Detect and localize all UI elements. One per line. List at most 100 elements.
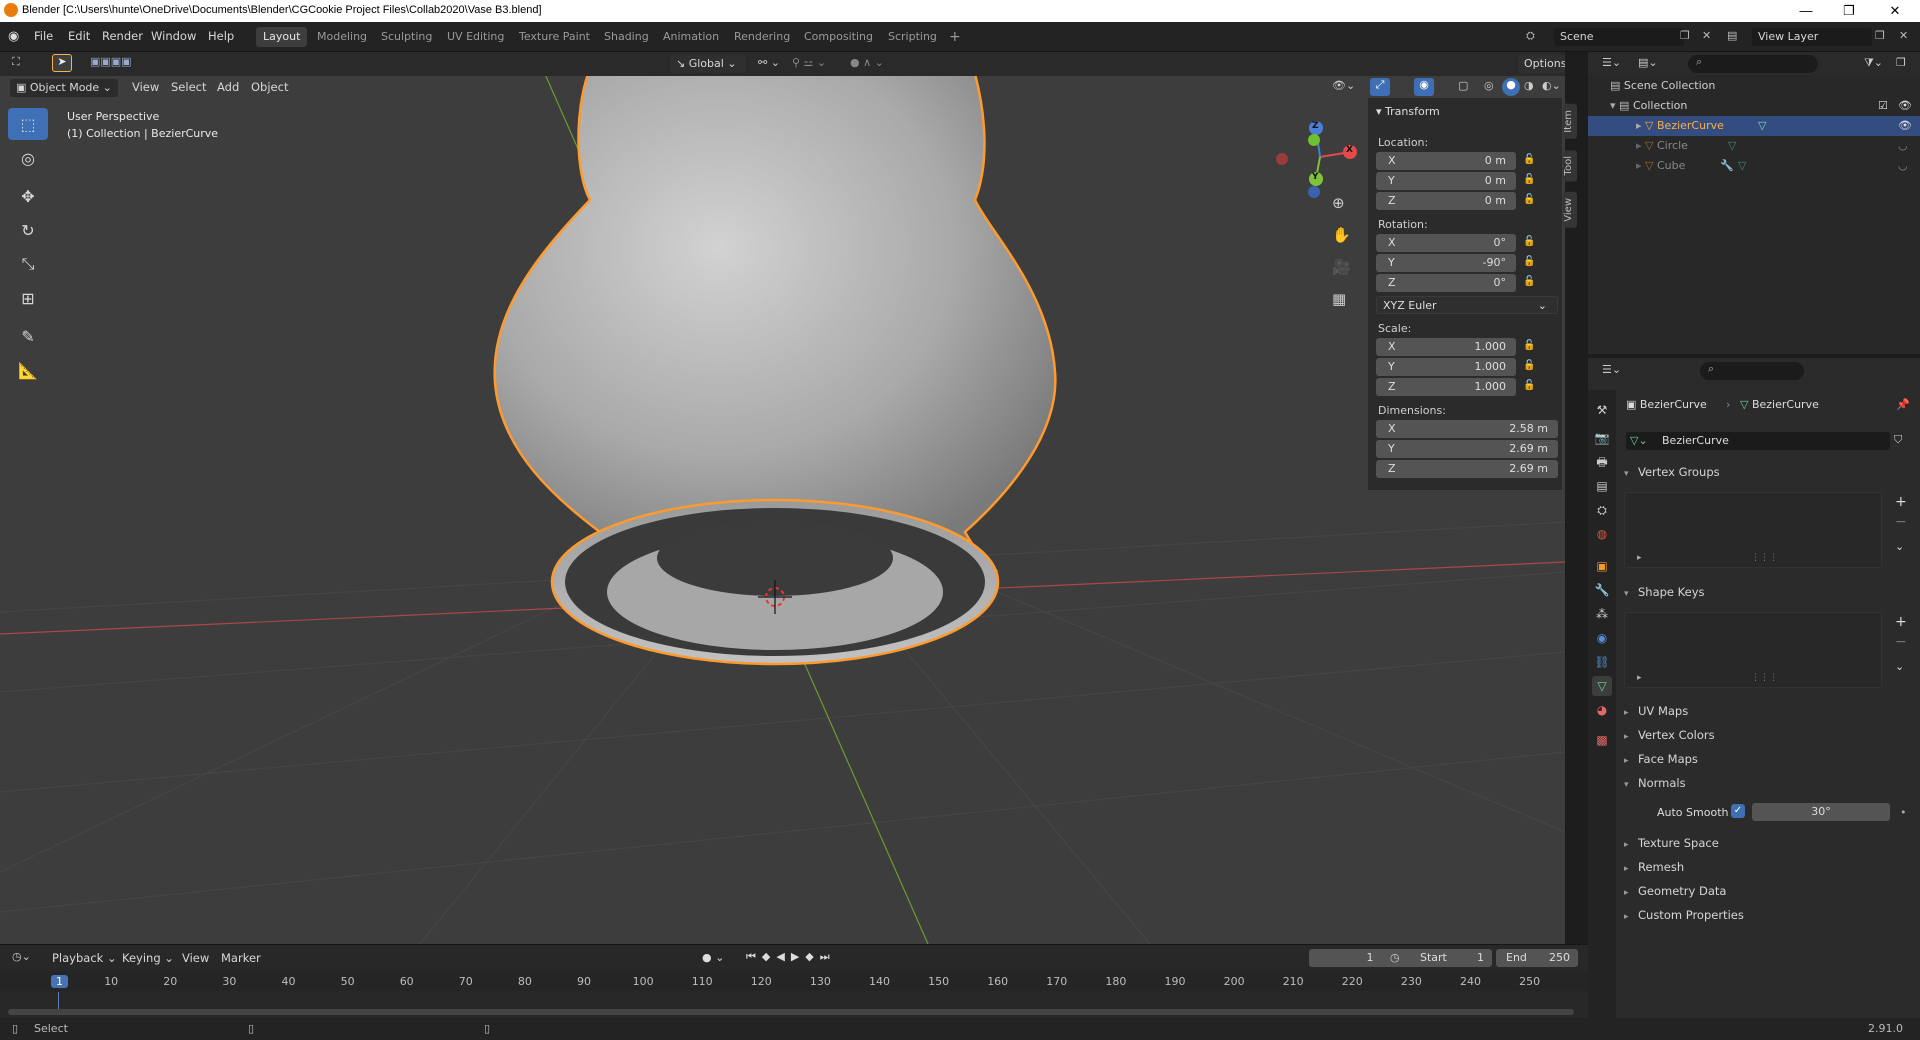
move-tool-icon[interactable]: ✥	[8, 180, 48, 212]
render-tab-icon[interactable]: 📷	[1592, 428, 1612, 448]
fake-user-shield-icon[interactable]: ⛉	[1894, 433, 1902, 447]
properties-editor-icon[interactable]: ☰⌄	[1602, 363, 1621, 376]
wireframe-shading-icon[interactable]: ◎	[1484, 79, 1494, 92]
measure-tool-icon[interactable]: 📐	[8, 354, 48, 386]
shape-key-menu-icon[interactable]: ⌄	[1895, 660, 1904, 673]
annotate-tool-icon[interactable]: ✎	[8, 320, 48, 352]
pin-icon[interactable]: 📌	[1896, 398, 1910, 411]
zoom-icon[interactable]: ⊕	[1332, 194, 1345, 212]
section-vertex-colors[interactable]: ▸ Vertex Colors	[1624, 725, 1918, 745]
texture-tab-icon[interactable]: ▩	[1592, 730, 1612, 750]
rotation-y-field[interactable]: Y -90°	[1376, 254, 1516, 272]
section-face-maps[interactable]: ▸ Face Maps	[1624, 749, 1918, 769]
mode-dropdown[interactable]: ▣ Object Mode ⌄	[10, 79, 118, 97]
expand-arrow-icon[interactable]: ▸	[1636, 139, 1642, 152]
tab-animation[interactable]: Animation	[656, 27, 726, 47]
scene-selector[interactable]: Scene	[1554, 28, 1684, 46]
resize-handle-icon[interactable]: ⋮⋮⋮	[1751, 673, 1778, 683]
scale-y-field[interactable]: Y 1.000	[1376, 358, 1516, 376]
expand-arrow-icon[interactable]: ▸	[1636, 159, 1642, 172]
dimensions-y-field[interactable]: Y 2.69 m	[1376, 440, 1558, 458]
checkbox-icon[interactable]: ☑	[1878, 96, 1888, 116]
maximize-button[interactable]: ❐	[1826, 0, 1872, 22]
orientation-dropdown[interactable]: ↘ Global ⌄	[670, 55, 746, 73]
lock-icon[interactable]: 🔓	[1523, 340, 1537, 354]
camera-view-icon[interactable]: 🎥	[1332, 258, 1351, 276]
select-box-mode-icon[interactable]: ▣▣▣▣	[90, 55, 132, 68]
shape-keys-list[interactable]: ▸ ⋮⋮⋮	[1624, 612, 1882, 688]
auto-smooth-angle-field[interactable]: 30°	[1752, 803, 1890, 821]
playback-controls[interactable]: ⏮◆◀▶◆⏭	[746, 950, 836, 964]
properties-search-input[interactable]: ⌕	[1700, 362, 1804, 380]
tab-sculpting[interactable]: Sculpting	[374, 27, 439, 47]
outliner-editor-icon[interactable]: ☰⌄	[1602, 56, 1621, 69]
lock-icon[interactable]: 🔓	[1523, 276, 1537, 290]
section-geometry-data[interactable]: ▸ Geometry Data	[1624, 881, 1918, 901]
overlay-toggle-icon[interactable]: ◉	[1414, 78, 1434, 96]
navigation-gizmo[interactable]: X Y Z	[1270, 112, 1360, 202]
menu-edit[interactable]: Edit	[68, 29, 90, 43]
location-y-field[interactable]: Y 0 m	[1376, 172, 1516, 190]
menu-render[interactable]: Render	[102, 29, 143, 43]
pivot-icon[interactable]: ⚯ ⌄	[758, 56, 780, 69]
rotation-mode-dropdown[interactable]: XYZ Euler ⌄	[1376, 296, 1558, 314]
eye-icon[interactable]: 👁	[1898, 116, 1912, 136]
tab-shading[interactable]: Shading	[597, 27, 656, 47]
scene-tab-icon[interactable]: ⛭	[1592, 500, 1612, 520]
end-frame-field[interactable]: End 250	[1496, 949, 1578, 967]
section-remesh[interactable]: ▸ Remesh	[1624, 857, 1918, 877]
snap-icon[interactable]: ⚲ ⚍ ⌄	[792, 56, 826, 69]
expand-arrow-icon[interactable]: ▸	[1636, 119, 1642, 132]
section-custom-properties[interactable]: ▸ Custom Properties	[1624, 905, 1918, 925]
scene-icon[interactable]: ⛭	[1526, 29, 1535, 43]
remove-view-layer-icon[interactable]: ✕	[1899, 29, 1908, 42]
options-button[interactable]: Options	[1518, 55, 1565, 73]
scale-tool-icon[interactable]: ⤡	[8, 248, 48, 280]
scale-z-field[interactable]: Z 1.000	[1376, 378, 1516, 396]
sidebar-tab-view[interactable]: View	[1563, 192, 1577, 228]
animate-property-icon[interactable]: •	[1900, 806, 1907, 819]
record-icon[interactable]: ● ⌄	[702, 951, 724, 964]
resize-handle-icon[interactable]: ⋮⋮⋮	[1751, 553, 1778, 563]
section-texture-space[interactable]: ▸ Texture Space	[1624, 833, 1918, 853]
select-tool-icon[interactable]: ➤	[52, 54, 72, 72]
sidebar-tab-tool[interactable]: Tool	[1563, 150, 1577, 182]
xray-icon[interactable]: ▢	[1458, 79, 1468, 92]
timeline-editor-icon[interactable]: ◷⌄	[12, 950, 31, 963]
add-vertex-group-icon[interactable]: +	[1895, 494, 1907, 510]
auto-smooth-checkbox[interactable]: ✓	[1731, 804, 1745, 818]
lock-icon[interactable]: 🔓	[1523, 256, 1537, 270]
ortho-toggle-icon[interactable]: ▦	[1332, 290, 1346, 308]
proportional-edit-icon[interactable]: ● ∧ ⌄	[850, 56, 884, 69]
timeline-menu-playback[interactable]: Playback ⌄	[52, 951, 117, 965]
eye-closed-icon[interactable]: ◡	[1898, 156, 1908, 176]
timeline-scrollbar[interactable]	[8, 1009, 1574, 1015]
3d-viewport[interactable]: ⛶ ➤ ▣▣▣▣ ↘ Global ⌄ ⚯ ⌄ ⚲ ⚍ ⌄ ● ∧ ⌄ Opti…	[0, 52, 1565, 944]
add-workspace-button[interactable]: +	[942, 27, 968, 47]
eye-closed-icon[interactable]: ◡	[1898, 136, 1908, 156]
select-box-tool-icon[interactable]: ⬚	[8, 108, 48, 140]
dimensions-z-field[interactable]: Z 2.69 m	[1376, 460, 1558, 478]
outliner-row[interactable]: ▸ ▽ BezierCurve ▽ 👁	[1588, 116, 1920, 136]
remove-shape-key-icon[interactable]: −	[1895, 634, 1907, 650]
menu-file[interactable]: File	[34, 29, 53, 43]
outliner-row[interactable]: ▸ ▽ Circle ▽ ◡	[1588, 136, 1920, 156]
clock-icon[interactable]: ◷	[1390, 951, 1400, 964]
outliner-row[interactable]: ▾ ▤ Collection ☑ 👁	[1588, 96, 1920, 116]
lock-icon[interactable]: 🔓	[1523, 380, 1537, 394]
lock-icon[interactable]: 🔓	[1523, 194, 1537, 208]
tab-layout[interactable]: Layout	[256, 27, 308, 47]
start-frame-field[interactable]: Start 1	[1410, 949, 1492, 967]
lock-icon[interactable]: 🔓	[1523, 154, 1537, 168]
filter-icon[interactable]: ⧩⌄	[1864, 56, 1883, 70]
viewport-menu-add[interactable]: Add	[217, 80, 239, 94]
outliner-search-input[interactable]: ⌕	[1688, 55, 1818, 73]
sidebar-tab-item[interactable]: Item	[1563, 104, 1577, 139]
close-button[interactable]: ✕	[1872, 0, 1918, 22]
viewport-menu-select[interactable]: Select	[171, 80, 206, 94]
timeline-menu-keying[interactable]: Keying ⌄	[122, 951, 174, 965]
view-layer-icon[interactable]: ▤	[1727, 29, 1737, 42]
lock-icon[interactable]: 🔓	[1523, 236, 1537, 250]
mesh-name-field[interactable]: ▽⌄ BezierCurve	[1626, 432, 1890, 450]
menu-help[interactable]: Help	[208, 29, 234, 43]
